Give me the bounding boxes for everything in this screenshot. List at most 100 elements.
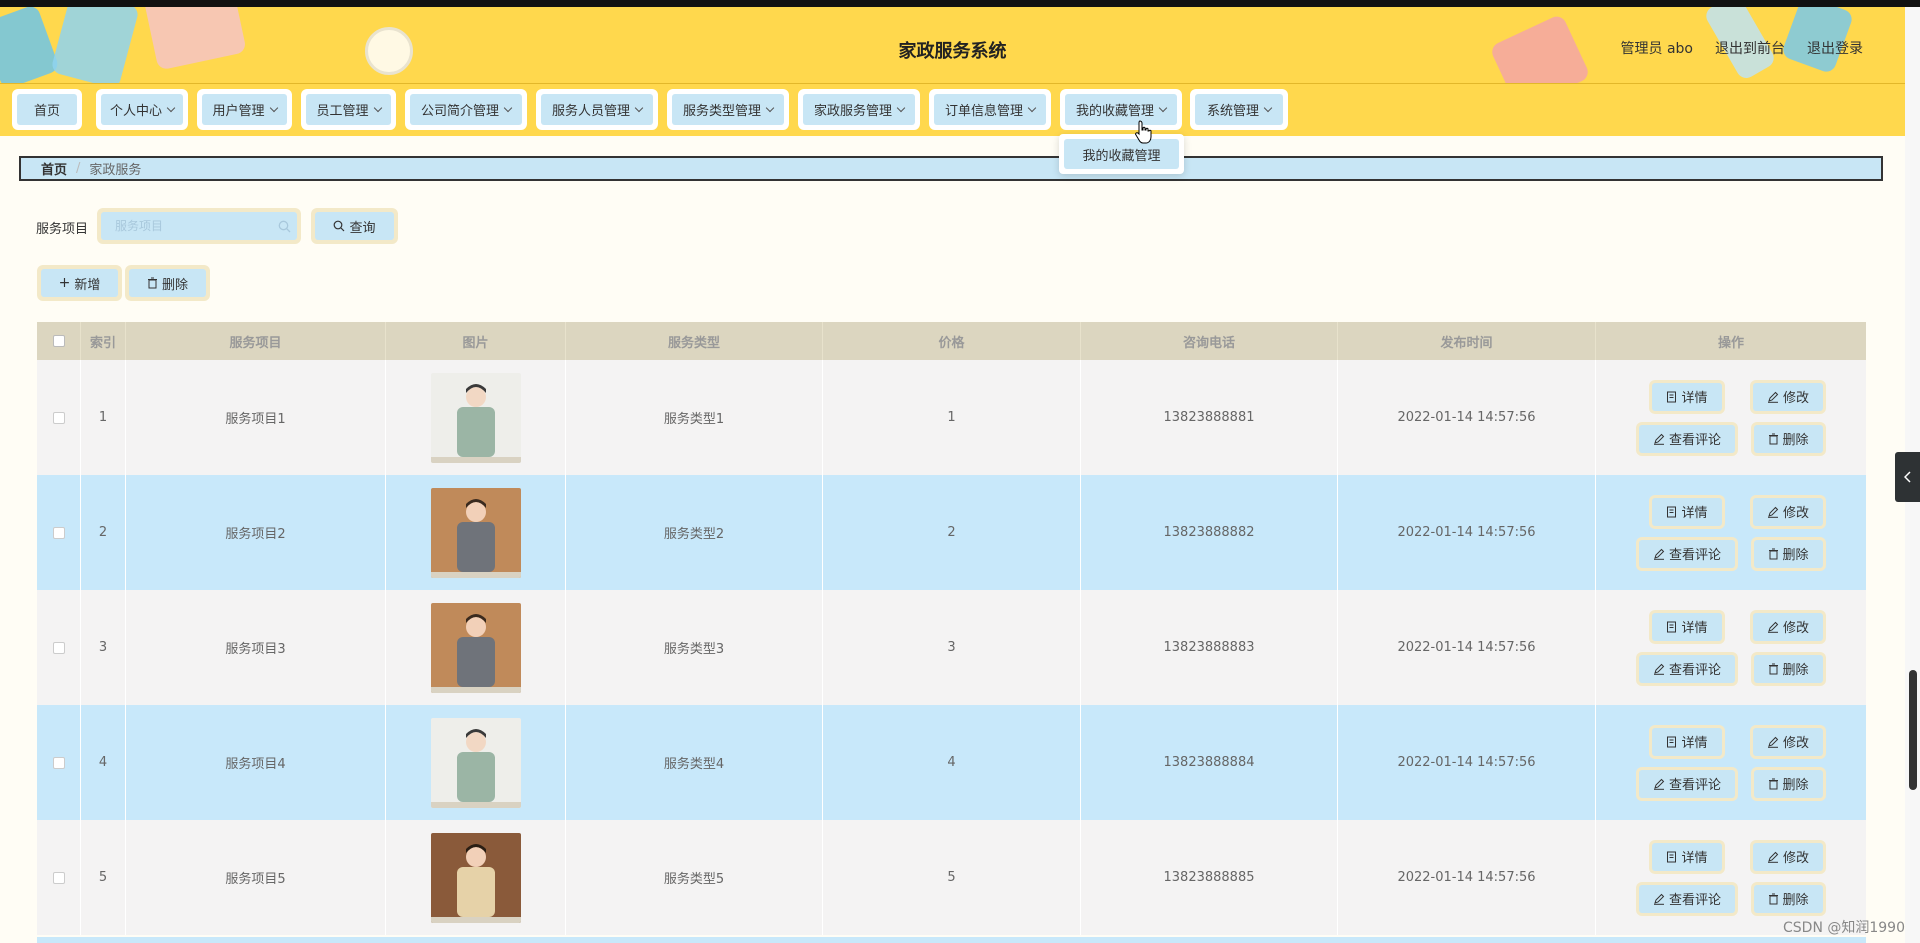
search-input[interactable] xyxy=(101,212,297,240)
service-photo[interactable] xyxy=(430,372,521,463)
chevron-down-icon xyxy=(269,103,278,112)
detail-button[interactable]: 详情 xyxy=(1652,497,1722,526)
service-photo[interactable] xyxy=(430,487,521,578)
row-checkbox[interactable] xyxy=(52,871,65,884)
service-photo[interactable] xyxy=(430,832,521,923)
delete-button-wrap: 删除 xyxy=(1750,766,1826,801)
plus-icon: + xyxy=(58,275,71,291)
row-checkbox[interactable] xyxy=(52,526,65,539)
col-index: 索引 xyxy=(81,322,126,360)
hand-cursor-icon xyxy=(1135,120,1152,144)
comments-button-wrap: 查看评论 xyxy=(1635,881,1738,916)
comments-label: 查看评论 xyxy=(1668,778,1721,793)
row-delete-button[interactable]: 删除 xyxy=(1753,539,1823,568)
edit-icon xyxy=(1768,851,1779,863)
dropdown-item-favorites[interactable]: 我的收藏管理 xyxy=(1064,139,1179,169)
nav-personal-center[interactable]: 个人中心 xyxy=(96,89,188,130)
row-image-cell xyxy=(386,820,566,935)
chevron-left-icon xyxy=(1903,471,1911,483)
view-comments-button[interactable]: 查看评论 xyxy=(1638,424,1735,453)
service-photo[interactable] xyxy=(430,717,521,808)
service-table: 索引 服务项目 图片 服务类型 价格 咨询电话 发布时间 操作 1 服务项目1 服务… xyxy=(37,322,1866,935)
scrollbar-thumb[interactable] xyxy=(1909,670,1917,790)
nav-staff-management[interactable]: 员工管理 xyxy=(301,89,396,130)
row-delete-button[interactable]: 删除 xyxy=(1753,769,1823,798)
table-row-partial xyxy=(37,937,1866,943)
add-button[interactable]: + 新增 xyxy=(41,269,118,297)
row-index: 3 xyxy=(81,590,126,705)
row-publish-time: 2022-01-14 14:57:56 xyxy=(1338,475,1596,590)
edit-button[interactable]: 修改 xyxy=(1753,612,1824,641)
nav-housekeeping[interactable]: 家政服务管理 xyxy=(798,89,920,130)
nav-service-staff[interactable]: 服务人员管理 xyxy=(536,89,658,130)
trash-icon xyxy=(1768,433,1778,444)
add-button-wrap: + 新增 xyxy=(37,265,122,301)
table-row: 5 服务项目5 服务类型5 5 13823888885 2022-01-14 14:57:… xyxy=(37,820,1866,935)
row-checkbox[interactable] xyxy=(52,756,65,769)
detail-label: 详情 xyxy=(1681,506,1708,521)
delete-button-wrap: 删除 xyxy=(1750,881,1826,916)
admin-user-label: 管理员 abo xyxy=(1620,41,1693,57)
document-icon xyxy=(1667,621,1677,632)
row-delete-button[interactable]: 删除 xyxy=(1753,424,1823,453)
edit-button[interactable]: 修改 xyxy=(1753,382,1824,411)
comments-label: 查看评论 xyxy=(1668,663,1721,678)
edit-button[interactable]: 修改 xyxy=(1753,497,1824,526)
breadcrumb-home[interactable]: 首页 xyxy=(41,159,67,178)
row-delete-button[interactable]: 删除 xyxy=(1753,654,1823,683)
exit-to-frontend-link[interactable]: 退出到前台 xyxy=(1715,38,1785,58)
nav-system[interactable]: 系统管理 xyxy=(1190,89,1288,130)
nav-orders[interactable]: 订单信息管理 xyxy=(929,89,1051,130)
view-comments-button[interactable]: 查看评论 xyxy=(1638,654,1735,683)
comments-button-wrap: 查看评论 xyxy=(1635,421,1738,456)
nav-label: 订单信息管理 xyxy=(944,104,1023,119)
nav-user-management[interactable]: 用户管理 xyxy=(197,89,292,130)
row-checkbox[interactable] xyxy=(52,411,65,424)
detail-button-wrap: 详情 xyxy=(1649,494,1725,529)
view-comments-button[interactable]: 查看评论 xyxy=(1638,884,1735,913)
select-all-checkbox[interactable] xyxy=(52,335,65,347)
query-button[interactable]: 查询 xyxy=(315,212,394,240)
comments-button-wrap: 查看评论 xyxy=(1635,651,1738,686)
edit-button-wrap: 修改 xyxy=(1750,609,1827,644)
row-actions: 详情 修改 查看评论 删除 xyxy=(1596,475,1866,590)
view-comments-button[interactable]: 查看评论 xyxy=(1638,539,1735,568)
row-image-cell xyxy=(386,475,566,590)
bulk-delete-button[interactable]: 删除 xyxy=(129,269,206,297)
row-checkbox[interactable] xyxy=(52,641,65,654)
detail-button[interactable]: 详情 xyxy=(1652,727,1722,756)
chevron-down-icon xyxy=(1158,103,1168,112)
row-phone: 13823888884 xyxy=(1081,705,1338,820)
side-panel-toggle[interactable] xyxy=(1895,452,1920,502)
edit-icon xyxy=(1653,548,1665,560)
chevron-down-icon xyxy=(373,103,382,112)
logout-link[interactable]: 退出登录 xyxy=(1807,38,1863,58)
row-phone: 13823888885 xyxy=(1081,820,1338,935)
row-delete-button[interactable]: 删除 xyxy=(1753,884,1823,913)
nav-favorites[interactable]: 我的收藏管理 xyxy=(1060,89,1182,130)
edit-button[interactable]: 修改 xyxy=(1753,842,1824,871)
col-item: 服务项目 xyxy=(126,322,386,360)
row-service-type: 服务类型3 xyxy=(566,590,823,705)
table-row: 2 服务项目2 服务类型2 2 13823888882 2022-01-14 14:57:… xyxy=(37,475,1866,590)
nav-service-types[interactable]: 服务类型管理 xyxy=(667,89,789,130)
row-service-item: 服务项目5 xyxy=(126,820,386,935)
row-publish-time: 2022-01-14 14:57:56 xyxy=(1338,360,1596,475)
row-image-cell xyxy=(386,360,566,475)
row-select-cell xyxy=(37,590,81,705)
detail-button[interactable]: 详情 xyxy=(1652,842,1722,871)
detail-button[interactable]: 详情 xyxy=(1652,612,1722,641)
service-photo[interactable] xyxy=(430,602,521,693)
detail-label: 详情 xyxy=(1681,736,1708,751)
edit-label: 修改 xyxy=(1783,621,1810,636)
row-price: 2 xyxy=(823,475,1081,590)
row-publish-time: 2022-01-14 14:57:56 xyxy=(1338,590,1596,705)
detail-button[interactable]: 详情 xyxy=(1652,382,1722,411)
edit-button[interactable]: 修改 xyxy=(1753,727,1824,756)
main-nav: 首页 个人中心 用户管理 员工管理 公司简介管理 服务人员管理 服务类型管理 家… xyxy=(0,84,1905,136)
detail-button-wrap: 详情 xyxy=(1649,609,1725,644)
nav-label: 个人中心 xyxy=(109,104,162,119)
view-comments-button[interactable]: 查看评论 xyxy=(1638,769,1735,798)
nav-home[interactable]: 首页 xyxy=(12,89,82,130)
nav-company-intro[interactable]: 公司简介管理 xyxy=(405,89,527,130)
